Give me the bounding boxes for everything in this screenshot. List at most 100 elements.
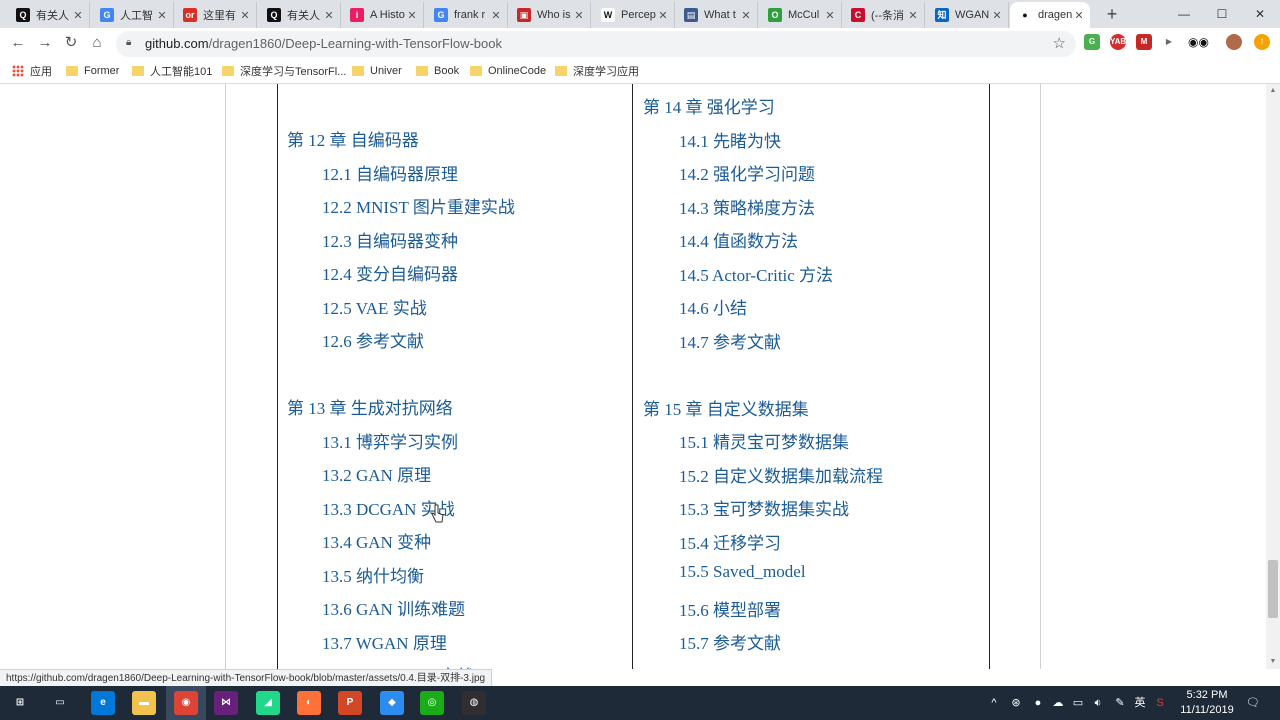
- browser-tab[interactable]: Q 有关人 ✕: [259, 2, 341, 28]
- vertical-scrollbar[interactable]: ▲ ▼: [1266, 84, 1280, 669]
- browser-tab[interactable]: i A Histo ✕: [342, 2, 424, 28]
- browser-tab[interactable]: O McCul ✕: [760, 2, 842, 28]
- powerpoint-icon[interactable]: P: [338, 691, 362, 715]
- tab-close-icon[interactable]: ✕: [823, 9, 837, 22]
- extension-google-icon[interactable]: G: [1084, 34, 1100, 50]
- tray-security-icon[interactable]: ⊛: [1008, 686, 1024, 720]
- tab-close-icon[interactable]: ✕: [155, 9, 169, 22]
- toc-section: 14.5 Actor-Critic 方法: [679, 266, 834, 285]
- scroll-down-icon[interactable]: ▼: [1266, 655, 1280, 669]
- tab-close-icon[interactable]: ✕: [572, 9, 586, 22]
- tray-language[interactable]: 英: [1132, 686, 1148, 720]
- pycharm-icon[interactable]: ◢: [256, 691, 280, 715]
- update-menu-icon[interactable]: ↑: [1254, 34, 1270, 50]
- clock-date: 11/11/2019: [1180, 704, 1234, 716]
- github-icon: ●: [1018, 8, 1032, 22]
- toc-section: 14.2 强化学习问题: [679, 165, 815, 184]
- bookmark-label: OnlineCode: [488, 65, 547, 77]
- toc-section: 13.7 WGAN 原理: [322, 634, 447, 653]
- page-content: 第 12 章 自编码器 12.1 自编码器原理 12.2 MNIST 图片重建实战 1…: [0, 84, 1266, 669]
- browser-tab[interactable]: G 人工智 ✕: [92, 2, 174, 28]
- forward-arrow-icon[interactable]: →: [35, 33, 55, 53]
- tab-close-icon[interactable]: ✕: [906, 9, 920, 22]
- tab-close-icon[interactable]: ✕: [489, 9, 503, 22]
- bookmark-folder[interactable]: 深度学习应用: [555, 59, 639, 83]
- toc-section: 14.6 小结: [679, 299, 747, 318]
- reload-icon[interactable]: ↻: [61, 33, 81, 53]
- tab-title: 这里有: [203, 10, 236, 22]
- firefox-icon[interactable]: ◐: [297, 691, 321, 715]
- notification-center-icon[interactable]: 🗨︎: [1244, 686, 1262, 720]
- tab-close-icon[interactable]: ✕: [71, 9, 85, 22]
- browser-tab[interactable]: Q 有关人 ✕: [8, 2, 90, 28]
- bookmark-folder[interactable]: OnlineCode: [470, 59, 546, 83]
- qa-icon: Q: [267, 8, 281, 22]
- toc-section: 13.6 GAN 训练难题: [322, 600, 466, 619]
- tray-app-icon[interactable]: ●: [1030, 686, 1046, 720]
- new-tab-button[interactable]: +: [1102, 4, 1122, 24]
- tab-strip: Q 有关人 ✕ G 人工智 ✕ or 这里有 ✕ Q 有关人 ✕ i A Histo ✕ Gfrank r ✕ ▣…: [0, 0, 1280, 28]
- scroll-thumb[interactable]: [1268, 560, 1278, 618]
- browser-tab[interactable]: or 这里有 ✕: [175, 2, 257, 28]
- extension-glasses-icon[interactable]: ◉◉: [1188, 34, 1209, 50]
- bookmark-folder[interactable]: 深度学习与TensorFl...: [222, 59, 346, 83]
- maximize-button[interactable]: ☐: [1202, 0, 1242, 28]
- mcc-icon: O: [768, 8, 782, 22]
- address-bar[interactable]: 🔒︎ github.com/dragen1860/Deep-Learning-w…: [116, 31, 1076, 57]
- tab-close-icon[interactable]: ✕: [990, 9, 1004, 22]
- bookmark-label: 深度学习与TensorFl...: [240, 66, 347, 78]
- browser-tab[interactable]: ● dragen ✕: [1010, 2, 1090, 28]
- browser-tab[interactable]: ▣ Who is ✕: [509, 2, 591, 28]
- close-window-button[interactable]: ✕: [1240, 0, 1280, 28]
- tab-close-icon[interactable]: ✕: [1072, 9, 1086, 22]
- bookmark-apps[interactable]: 应用: [12, 59, 52, 83]
- taskbar-clock[interactable]: 5:32 PM 11/11/2019: [1172, 688, 1242, 718]
- browser-tab[interactable]: C (--条消 ✕: [843, 2, 925, 28]
- edge-icon[interactable]: e: [91, 691, 115, 715]
- extension-arrow-icon[interactable]: ▶: [1161, 34, 1177, 50]
- tab-close-icon[interactable]: ✕: [322, 9, 336, 22]
- home-icon[interactable]: ⌂: [87, 33, 107, 53]
- browser-tab[interactable]: W Percep ✕: [593, 2, 675, 28]
- tab-close-icon[interactable]: ✕: [739, 9, 753, 22]
- wechat-icon[interactable]: ◎: [420, 691, 444, 715]
- browser-tab[interactable]: ▤ What t ✕: [676, 2, 758, 28]
- repo-left-border: [225, 84, 226, 669]
- tab-close-icon[interactable]: ✕: [405, 9, 419, 22]
- browser-tab[interactable]: 知 WGAN ✕: [927, 2, 1009, 28]
- tray-network-icon[interactable]: ▭: [1070, 686, 1086, 720]
- toc-right-edge: [989, 84, 990, 669]
- back-arrow-icon[interactable]: ←: [8, 33, 28, 53]
- folder-icon: [132, 66, 144, 76]
- bookmark-folder[interactable]: 人工智能101: [132, 59, 212, 83]
- bookmark-folder[interactable]: Book: [416, 59, 459, 83]
- profile-avatar[interactable]: [1226, 34, 1242, 50]
- chrome-icon[interactable]: ◉: [174, 691, 198, 715]
- file-explorer-icon[interactable]: ▬: [132, 691, 156, 715]
- tab-title: What t: [704, 9, 736, 21]
- obs-icon[interactable]: ◍: [462, 691, 486, 715]
- scroll-up-icon[interactable]: ▲: [1266, 84, 1280, 98]
- tab-title: frank r: [454, 9, 486, 21]
- bookmark-star-icon[interactable]: ☆: [1053, 31, 1066, 57]
- browser-tab[interactable]: Gfrank r ✕: [426, 2, 508, 28]
- tray-volume-icon[interactable]: 🔉︎: [1090, 686, 1106, 720]
- tab-close-icon[interactable]: ✕: [238, 9, 252, 22]
- tray-pen-icon[interactable]: ✎: [1112, 686, 1128, 720]
- tray-up-arrow-icon[interactable]: ^: [986, 686, 1002, 720]
- bird-icon[interactable]: ◆: [380, 691, 404, 715]
- toc-section: 13.1 博弈学习实例: [322, 433, 458, 452]
- minimize-button[interactable]: —: [1164, 0, 1204, 28]
- extension-yab-icon[interactable]: YAB: [1110, 34, 1126, 50]
- windows-start-icon[interactable]: ⊞: [8, 691, 32, 715]
- toc-chapter: 第 15 章 自定义数据集: [643, 400, 809, 419]
- bookmark-folder[interactable]: Univer: [352, 59, 402, 83]
- tab-close-icon[interactable]: ✕: [656, 9, 670, 22]
- url-text[interactable]: github.com/dragen1860/Deep-Learning-with…: [145, 31, 502, 57]
- extension-m-icon[interactable]: M: [1136, 34, 1152, 50]
- tray-sogou-icon[interactable]: S: [1152, 686, 1168, 720]
- bookmark-folder[interactable]: Former: [66, 59, 119, 83]
- task-view-icon[interactable]: ▭: [48, 691, 72, 715]
- vs-icon[interactable]: ⋈: [214, 691, 238, 715]
- tray-onedrive-icon[interactable]: ☁: [1050, 686, 1066, 720]
